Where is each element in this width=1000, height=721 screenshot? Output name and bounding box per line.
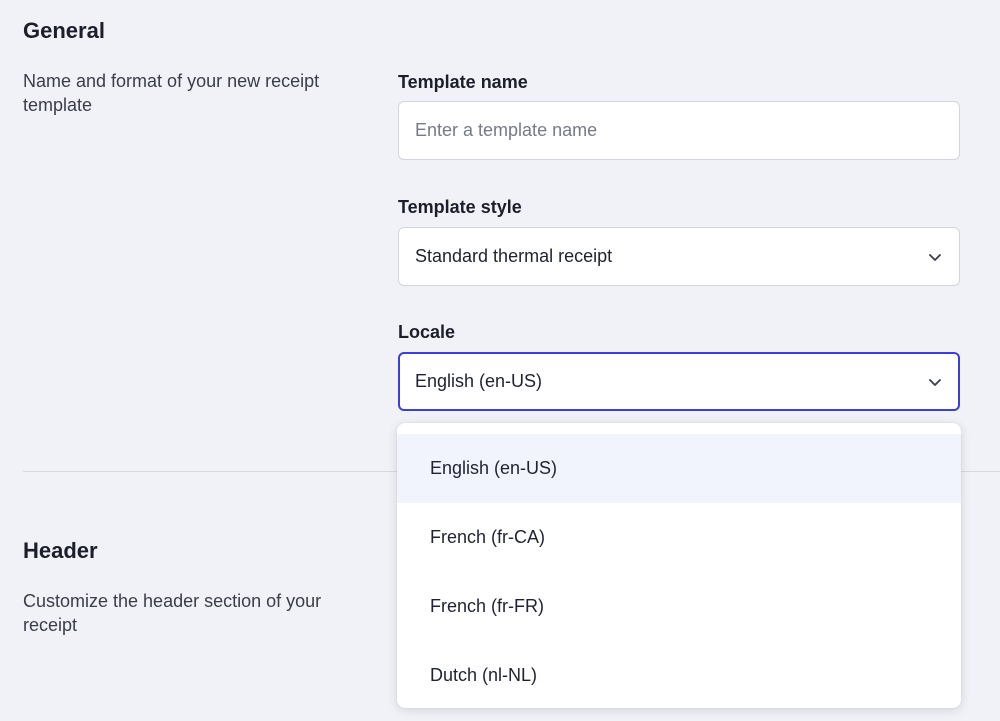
template-name-input[interactable] <box>415 120 943 141</box>
header-section-title: Header <box>23 538 98 563</box>
template-style-label: Template style <box>398 197 522 217</box>
template-name-field[interactable] <box>398 101 960 160</box>
locale-value: English (en-US) <box>415 371 543 391</box>
locale-select[interactable]: English (en-US) <box>398 352 960 411</box>
locale-option[interactable]: Dutch (nl-NL) <box>397 641 961 708</box>
locale-option[interactable]: English (en-US) <box>397 434 961 503</box>
locale-option[interactable]: French (fr-FR) <box>397 572 961 641</box>
chevron-down-icon <box>929 253 941 261</box>
receipt-template-form: General Name and format of your new rece… <box>0 0 1000 721</box>
locale-option[interactable]: French (fr-CA) <box>397 503 961 572</box>
general-section-description: Name and format of your new receipt temp… <box>23 71 320 115</box>
general-section-title: General <box>23 18 105 43</box>
header-section-description: Customize the header section of your rec… <box>23 591 322 635</box>
template-style-select[interactable]: Standard thermal receipt <box>398 227 960 286</box>
locale-dropdown-menu: English (en-US) French (fr-CA) French (f… <box>397 423 961 708</box>
chevron-down-icon <box>929 378 941 386</box>
template-style-value: Standard thermal receipt <box>415 246 613 266</box>
locale-label: Locale <box>398 322 456 342</box>
template-name-label: Template name <box>398 72 528 92</box>
